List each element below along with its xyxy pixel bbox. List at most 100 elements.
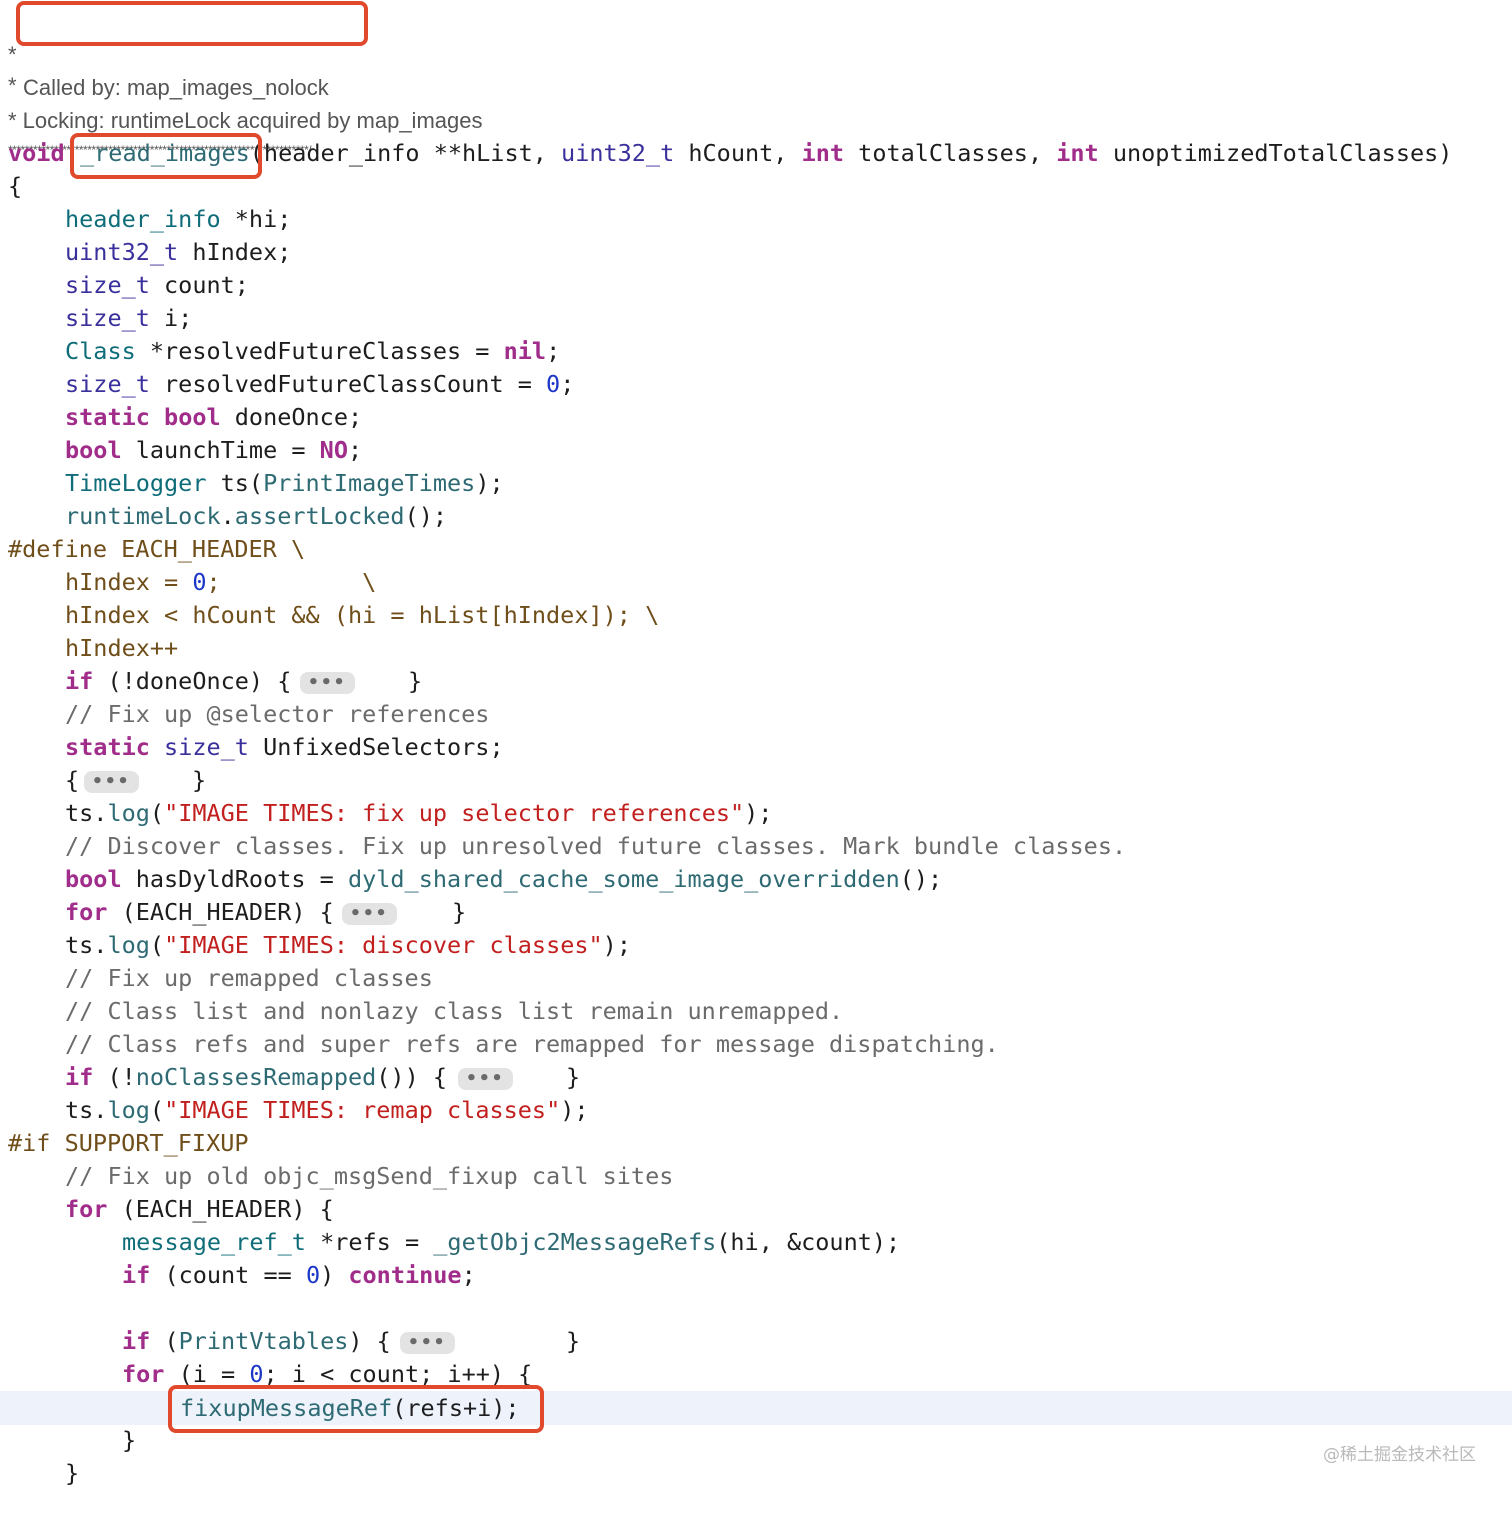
code-line: if (count == 0) continue;	[0, 1259, 1512, 1292]
brace: }	[192, 766, 207, 794]
code-comment: // Class list and nonlazy class list rem…	[65, 997, 844, 1025]
code-fold-button[interactable]: •••	[400, 1331, 455, 1354]
code-line: ts.log("IMAGE TIMES: remap classes");	[0, 1094, 1512, 1127]
keyword-static: static	[65, 733, 150, 761]
preprocessor-define: #define EACH_HEADER \	[8, 535, 306, 563]
code-line: if (!noClassesRemapped()) { ••• }	[0, 1061, 1512, 1094]
code-text: (i =	[164, 1360, 250, 1388]
code-line: runtimeLock.assertLocked();	[0, 500, 1512, 533]
type-name: TimeLogger	[65, 469, 207, 497]
code-text: ;	[461, 1261, 476, 1289]
keyword-for: for	[65, 1195, 108, 1223]
code-text: ) {	[348, 1327, 391, 1355]
keyword-int: int	[1056, 139, 1099, 167]
brace: {	[8, 172, 23, 200]
number-literal: 0	[546, 370, 561, 398]
keyword-bool: bool	[65, 436, 122, 464]
code-text: ts.	[65, 1096, 108, 1124]
type-name: uint32_t	[561, 139, 675, 167]
function-call: noClassesRemapped	[135, 1063, 377, 1091]
code-text: (!	[93, 1063, 136, 1091]
code-text: count;	[149, 271, 249, 299]
brace: }	[452, 898, 467, 926]
code-line: for (EACH_HEADER) {	[0, 1193, 1512, 1226]
comment-star-line: *	[0, 36, 1512, 98]
code-line: }	[0, 1424, 1512, 1457]
code-text: *refs =	[305, 1228, 434, 1256]
identifier: runtimeLock	[65, 502, 221, 530]
code-line: message_ref_t *refs = _getObjc2MessageRe…	[0, 1226, 1512, 1259]
keyword-nil: nil	[503, 337, 547, 365]
keyword-int: int	[801, 139, 845, 167]
code-line: size_t resolvedFutureClassCount = 0;	[0, 368, 1512, 401]
keyword-for: for	[122, 1360, 165, 1388]
code-line: ts.log("IMAGE TIMES: discover classes");	[0, 929, 1512, 962]
keyword-continue: continue	[348, 1261, 462, 1289]
code-line: }	[0, 1457, 1512, 1490]
params-part: (header_info **hList,	[249, 139, 562, 167]
type-name: header_info	[65, 205, 221, 233]
code-text: .	[220, 502, 235, 530]
code-comment: // Fix up old objc_msgSend_fixup call si…	[65, 1162, 674, 1190]
type-name: size_t	[65, 304, 150, 332]
code-line: hIndex++	[0, 632, 1512, 665]
code-line: bool launchTime = NO;	[0, 434, 1512, 467]
params-part: hCount,	[674, 139, 802, 167]
code-fold-button[interactable]: •••	[342, 902, 397, 925]
code-line: static size_t UnfixedSelectors;	[0, 731, 1512, 764]
code-line: header_info *hi;	[0, 203, 1512, 236]
brace: }	[408, 667, 423, 695]
code-text: );	[475, 469, 504, 497]
code-line: hIndex = 0; \	[0, 566, 1512, 599]
comment-locking-line: * Locking: runtimeLock acquired by map_i…	[0, 71, 1512, 133]
code-text: ();	[404, 502, 448, 530]
function-name-read-images[interactable]: _read_images	[80, 139, 250, 167]
code-line: // Class refs and super refs are remappe…	[0, 1028, 1512, 1061]
type-name: size_t	[65, 271, 150, 299]
string-literal: "IMAGE TIMES: remap classes"	[164, 1096, 561, 1124]
preprocessor-if: #if SUPPORT_FIXUP	[8, 1129, 249, 1157]
code-line: hIndex < hCount && (hi = hList[hIndex]);…	[0, 599, 1512, 632]
keyword-if: if	[65, 1063, 94, 1091]
params-part: unoptimizedTotalClasses)	[1098, 139, 1453, 167]
code-text: UnfixedSelectors;	[248, 733, 504, 761]
code-line: { ••• }	[0, 764, 1512, 797]
type-name: size_t	[164, 733, 249, 761]
code-text: ;	[546, 337, 561, 365]
function-call-fixup-message-ref[interactable]: fixupMessageRef	[180, 1394, 392, 1422]
code-line: if (PrintVtables) { ••• }	[0, 1325, 1512, 1358]
keyword-no: NO	[319, 436, 348, 464]
code-text: );	[602, 931, 631, 959]
code-line: uint32_t hIndex;	[0, 236, 1512, 269]
code-line: for (EACH_HEADER) { ••• }	[0, 896, 1512, 929]
code-text: ;	[560, 370, 575, 398]
code-line-open-brace: {	[0, 170, 1512, 203]
code-text: (hi, &count);	[716, 1228, 901, 1256]
function-call: log	[107, 799, 150, 827]
brace: }	[566, 1063, 581, 1091]
code-text: hIndex =	[65, 568, 193, 596]
code-line: // Fix up @selector references	[0, 698, 1512, 731]
code-text: ; \	[206, 568, 377, 596]
function-call: dyld_shared_cache_some_image_overridden	[347, 865, 900, 893]
comment-stars-line: ****************************************…	[0, 101, 1512, 157]
code-text: (	[149, 1096, 165, 1124]
code-fold-button[interactable]: •••	[84, 770, 139, 793]
code-fold-button[interactable]: •••	[300, 671, 355, 694]
code-text: hIndex < hCount && (hi = hList[hIndex]);…	[65, 601, 660, 629]
code-text: (refs+i);	[392, 1394, 520, 1422]
code-comment: // Class refs and super refs are remappe…	[65, 1030, 999, 1058]
code-text: )	[320, 1261, 349, 1289]
code-line: // Fix up remapped classes	[0, 962, 1512, 995]
brace: }	[65, 1459, 80, 1487]
code-fold-button[interactable]: •••	[458, 1067, 513, 1090]
code-line: bool hasDyldRoots = dyld_shared_cache_so…	[0, 863, 1512, 896]
code-text: ; i < count; i++) {	[263, 1360, 533, 1388]
code-line: if (!doneOnce) { ••• }	[0, 665, 1512, 698]
code-text: (EACH_HEADER) {	[107, 1195, 334, 1223]
keyword-static: static	[65, 403, 150, 431]
keyword-if: if	[122, 1327, 151, 1355]
code-text: (count ==	[150, 1261, 306, 1289]
code-text: launchTime =	[121, 436, 320, 464]
code-text: ts.	[65, 931, 108, 959]
